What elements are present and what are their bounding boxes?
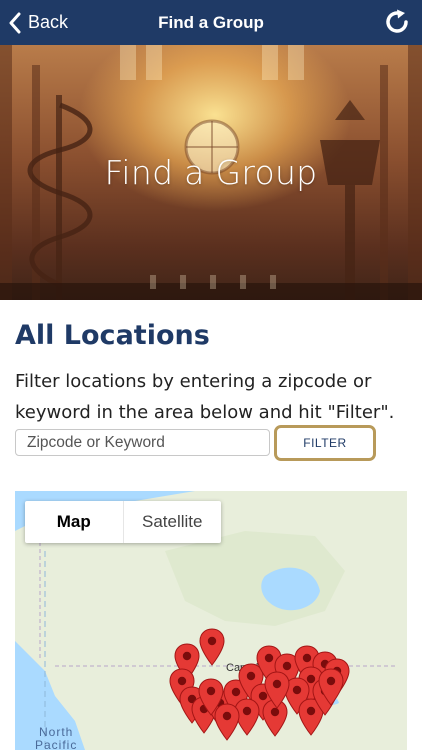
satellite-view-button[interactable]: Satellite <box>124 501 222 543</box>
map-pin-icon[interactable] <box>264 671 290 709</box>
ocean-label: North Pacific <box>35 725 78 750</box>
refresh-button[interactable] <box>382 7 412 37</box>
back-label: Back <box>28 12 69 32</box>
map-pin-icon[interactable] <box>199 628 225 666</box>
refresh-icon <box>386 9 408 33</box>
filter-button[interactable]: FILTER <box>274 425 376 461</box>
filter-instructions: Filter locations by entering a zipcode o… <box>15 371 395 423</box>
map-type-toggle: Map Satellite <box>25 501 221 543</box>
back-button[interactable]: Back <box>8 0 68 45</box>
navigation-bar: Back Find a Group <box>0 0 422 45</box>
hero-title: Find a Group <box>104 153 318 192</box>
map-pin-icon[interactable] <box>198 678 224 716</box>
locations-map[interactable]: Map Satellite Canada North Pacific <box>15 491 407 750</box>
zipcode-keyword-input[interactable] <box>15 429 270 456</box>
map-view-button[interactable]: Map <box>25 501 124 543</box>
hero-banner: Find a Group <box>0 45 422 300</box>
chevron-left-icon <box>9 12 21 33</box>
section-heading: All Locations <box>15 320 210 351</box>
map-pin-icon[interactable] <box>318 668 344 706</box>
